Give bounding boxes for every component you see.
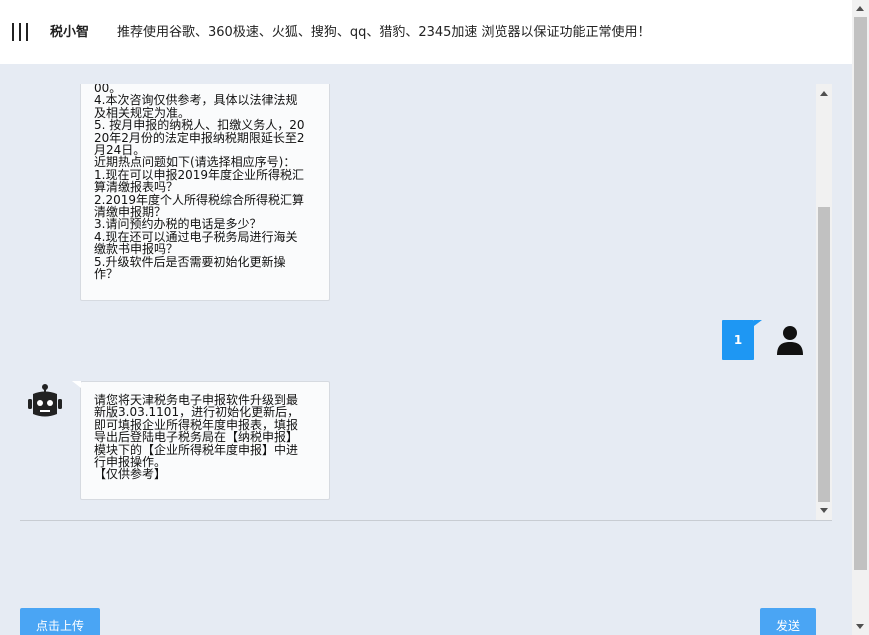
page-scroll-down-arrow-icon[interactable]: [856, 624, 864, 629]
page-scrollbar[interactable]: [852, 0, 869, 635]
user-message: 1: [722, 320, 754, 360]
user-message-tail: [754, 320, 762, 326]
scroll-down-arrow-icon[interactable]: [820, 508, 828, 513]
chat-messages[interactable]: 00。 4.本次咨询仅供参考，具体以法律法规 及相关规定为准。 5. 按月申报的…: [20, 84, 832, 520]
message-line: 5. 按月申报的纳税人、扣缴义务人，20: [94, 118, 305, 133]
top-header: 税小智 推荐使用谷歌、360极速、火狐、搜狗、qq、猎豹、2345加速 浏览器以…: [0, 0, 852, 64]
message-line: 4.本次咨询仅供参考，具体以法律法规: [94, 93, 298, 108]
input-divider: [20, 520, 832, 521]
bot-message-answer: 请您将天津税务电子申报软件升级到最 新版3.03.1101，进行初始化更新后， …: [72, 381, 330, 500]
message-line: 5.升级软件后是否需要初始化更新操: [94, 254, 286, 269]
message-line: 近期热点问题如下(请选择相应序号)：: [94, 155, 296, 170]
bot-message-hotlist: 00。 4.本次咨询仅供参考，具体以法律法规 及相关规定为准。 5. 按月申报的…: [80, 84, 330, 301]
send-button[interactable]: 发送: [760, 608, 816, 635]
message-line: 新版3.03.1101，进行初始化更新后，: [94, 405, 300, 420]
message-line: 导出后登陆电子税务局在【纳税申报】: [94, 430, 299, 445]
menu-icon[interactable]: [12, 23, 28, 41]
message-line: 作？: [94, 267, 119, 282]
message-line: 算清缴报表吗？: [94, 180, 179, 195]
message-line: 【仅供参考】: [94, 467, 167, 482]
robot-icon: [28, 384, 62, 417]
browser-notice: 推荐使用谷歌、360极速、火狐、搜狗、qq、猎豹、2345加速 浏览器以保证功能…: [117, 25, 651, 40]
chat-scrollbar[interactable]: [816, 84, 832, 520]
scroll-up-arrow-icon[interactable]: [820, 91, 828, 96]
message-line: 缴款书申报吗？: [94, 242, 179, 257]
message-line: 3.请问预约办税的电话是多少？: [94, 217, 262, 232]
app-title: 税小智: [50, 25, 90, 40]
user-icon: [777, 326, 803, 355]
chat-scrollbar-thumb[interactable]: [818, 207, 830, 502]
page-scrollbar-thumb[interactable]: [854, 17, 867, 570]
upload-button[interactable]: 点击上传: [20, 608, 100, 635]
page-scroll-up-arrow-icon[interactable]: [856, 6, 864, 11]
